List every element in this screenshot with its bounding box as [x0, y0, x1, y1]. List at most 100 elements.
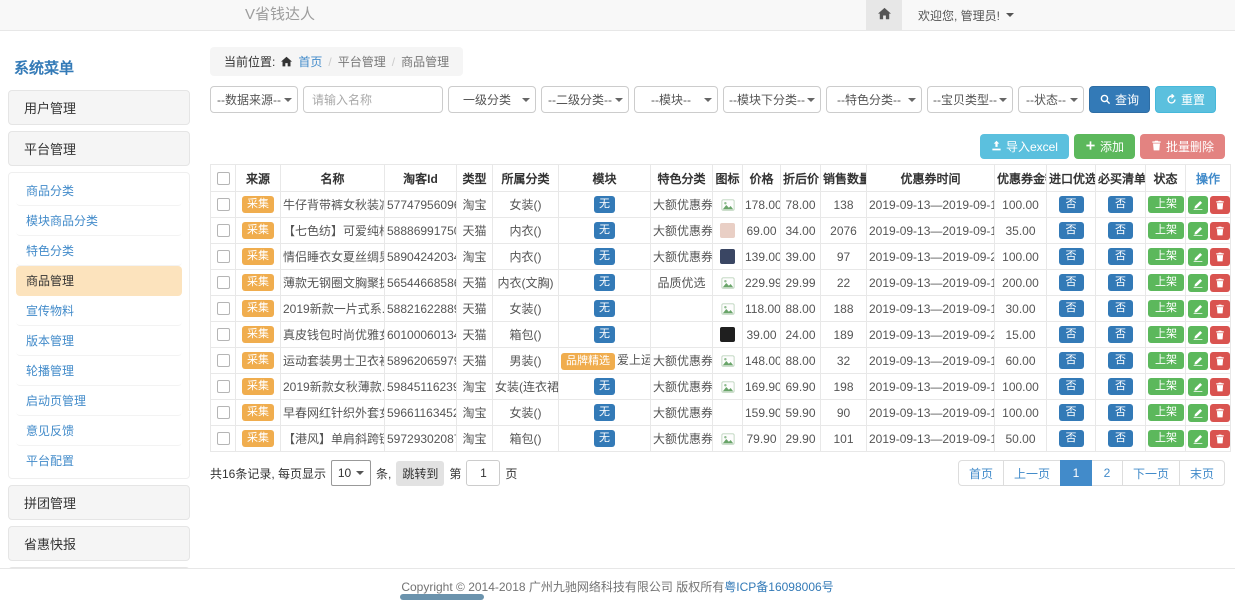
horizontal-scrollbar-thumb[interactable]	[400, 594, 484, 600]
name-search-input[interactable]	[303, 86, 443, 113]
imported-toggle-button[interactable]: 否	[1059, 404, 1084, 421]
delete-button[interactable]	[1210, 274, 1230, 292]
breadcrumb-home-link[interactable]: 首页	[298, 53, 322, 70]
sidebar-item-bottom-0[interactable]: 拼团管理	[8, 485, 190, 520]
sidebar-item-platform-mgmt[interactable]: 平台管理	[8, 131, 190, 166]
row-checkbox[interactable]	[217, 328, 230, 341]
must-buy-toggle-button[interactable]: 否	[1108, 274, 1133, 291]
status-button[interactable]: 上架	[1148, 222, 1184, 239]
sidebar-subitem-4[interactable]: 宣传物料	[16, 296, 182, 326]
status-button[interactable]: 上架	[1148, 404, 1184, 421]
row-checkbox[interactable]	[217, 198, 230, 211]
edit-button[interactable]	[1188, 430, 1208, 448]
status-button[interactable]: 上架	[1148, 274, 1184, 291]
row-checkbox[interactable]	[217, 380, 230, 393]
row-checkbox[interactable]	[217, 406, 230, 419]
filter-select-item-type[interactable]: --宝贝类型--	[927, 86, 1013, 113]
delete-button[interactable]	[1210, 404, 1230, 422]
delete-button[interactable]	[1210, 196, 1230, 214]
imported-toggle-button[interactable]: 否	[1059, 222, 1084, 239]
last-page-button[interactable]: 末页	[1179, 460, 1225, 486]
sidebar-subitem-6[interactable]: 轮播管理	[16, 356, 182, 386]
edit-button[interactable]	[1188, 248, 1208, 266]
imported-toggle-button[interactable]: 否	[1059, 248, 1084, 265]
delete-button[interactable]	[1210, 326, 1230, 344]
edit-button[interactable]	[1188, 274, 1208, 292]
row-checkbox[interactable]	[217, 224, 230, 237]
edit-button[interactable]	[1188, 300, 1208, 318]
must-buy-toggle-button[interactable]: 否	[1108, 404, 1133, 421]
edit-button[interactable]	[1188, 378, 1208, 396]
status-button[interactable]: 上架	[1148, 326, 1184, 343]
imported-toggle-button[interactable]: 否	[1059, 378, 1084, 395]
edit-button[interactable]	[1188, 196, 1208, 214]
page-2-button[interactable]: 2	[1091, 460, 1123, 486]
imported-toggle-button[interactable]: 否	[1059, 196, 1084, 213]
must-buy-toggle-button[interactable]: 否	[1108, 378, 1133, 395]
delete-button[interactable]	[1210, 248, 1230, 266]
status-button[interactable]: 上架	[1148, 300, 1184, 317]
must-buy-toggle-button[interactable]: 否	[1108, 248, 1133, 265]
sidebar-subitem-5[interactable]: 版本管理	[16, 326, 182, 356]
row-checkbox[interactable]	[217, 432, 230, 445]
row-checkbox[interactable]	[217, 354, 230, 367]
status-button[interactable]: 上架	[1148, 352, 1184, 369]
sidebar-subitem-9[interactable]: 平台配置	[16, 446, 182, 475]
icp-link[interactable]: 粤ICP备16098006号	[724, 578, 833, 595]
delete-button[interactable]	[1210, 430, 1230, 448]
row-checkbox[interactable]	[217, 250, 230, 263]
prev-page-button[interactable]: 上一页	[1003, 460, 1061, 486]
imported-toggle-button[interactable]: 否	[1059, 274, 1084, 291]
batch-delete-button[interactable]: 批量删除	[1140, 134, 1225, 159]
sidebar-item-bottom-1[interactable]: 省惠快报	[8, 526, 190, 561]
add-button[interactable]: 添加	[1074, 134, 1135, 159]
status-button[interactable]: 上架	[1148, 248, 1184, 265]
select-all-checkbox[interactable]	[217, 172, 230, 185]
must-buy-toggle-button[interactable]: 否	[1108, 430, 1133, 447]
must-buy-toggle-button[interactable]: 否	[1108, 326, 1133, 343]
filter-select-module[interactable]: --模块--	[634, 86, 718, 113]
delete-button[interactable]	[1210, 352, 1230, 370]
sidebar-subitem-2[interactable]: 特色分类	[16, 236, 182, 266]
filter-select-secondary-category[interactable]: --二级分类--	[541, 86, 629, 113]
home-button[interactable]	[866, 0, 902, 30]
must-buy-toggle-button[interactable]: 否	[1108, 196, 1133, 213]
row-checkbox[interactable]	[217, 302, 230, 315]
delete-button[interactable]	[1210, 222, 1230, 240]
import-excel-button[interactable]: 导入excel	[980, 134, 1069, 159]
reset-button[interactable]: 重置	[1155, 86, 1216, 113]
status-button[interactable]: 上架	[1148, 378, 1184, 395]
edit-button[interactable]	[1188, 326, 1208, 344]
sidebar-subitem-8[interactable]: 意见反馈	[16, 416, 182, 446]
sidebar-subitem-1[interactable]: 模块商品分类	[16, 206, 182, 236]
sidebar-subitem-3[interactable]: 商品管理	[16, 266, 182, 296]
must-buy-toggle-button[interactable]: 否	[1108, 222, 1133, 239]
sidebar-subitem-7[interactable]: 启动页管理	[16, 386, 182, 416]
jump-page-input[interactable]	[466, 460, 500, 486]
imported-toggle-button[interactable]: 否	[1059, 352, 1084, 369]
edit-button[interactable]	[1188, 404, 1208, 422]
edit-button[interactable]	[1188, 352, 1208, 370]
imported-toggle-button[interactable]: 否	[1059, 430, 1084, 447]
must-buy-toggle-button[interactable]: 否	[1108, 300, 1133, 317]
sidebar-item-user-mgmt[interactable]: 用户管理	[8, 90, 190, 125]
jump-button[interactable]: 跳转到	[396, 461, 444, 486]
status-button[interactable]: 上架	[1148, 196, 1184, 213]
filter-select-status[interactable]: --状态--	[1018, 86, 1084, 113]
first-page-button[interactable]: 首页	[958, 460, 1004, 486]
row-checkbox[interactable]	[217, 276, 230, 289]
imported-toggle-button[interactable]: 否	[1059, 300, 1084, 317]
user-menu[interactable]: 欢迎您, 管理员!	[918, 7, 1014, 24]
delete-button[interactable]	[1210, 300, 1230, 318]
filter-select-module-subcategory[interactable]: --模块下分类--	[723, 86, 821, 113]
filter-select-feature-category[interactable]: --特色分类--	[826, 86, 922, 113]
sidebar-subitem-0[interactable]: 商品分类	[16, 176, 182, 206]
query-button[interactable]: 查询	[1089, 86, 1150, 113]
edit-button[interactable]	[1188, 222, 1208, 240]
status-button[interactable]: 上架	[1148, 430, 1184, 447]
filter-select-data-source[interactable]: --数据来源--	[210, 86, 298, 113]
imported-toggle-button[interactable]: 否	[1059, 326, 1084, 343]
filter-select-primary-category[interactable]: 一级分类	[448, 86, 536, 113]
must-buy-toggle-button[interactable]: 否	[1108, 352, 1133, 369]
delete-button[interactable]	[1210, 378, 1230, 396]
